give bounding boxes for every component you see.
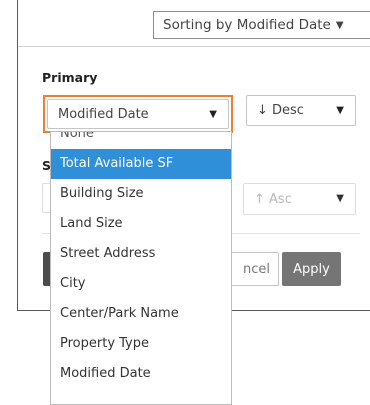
sort-field-dropdown-list[interactable]: None Total Available SF Building Size La…	[50, 131, 232, 405]
header-divider	[18, 46, 370, 47]
sort-menu-label: Sorting by Modified Date	[163, 17, 331, 33]
primary-label: Primary	[42, 70, 98, 85]
apply-button[interactable]: Apply	[282, 252, 341, 286]
secondary-sort-direction-select[interactable]: ↑ Asc ▼	[243, 183, 356, 215]
secondary-sort-direction-value: ↑ Asc	[254, 191, 292, 207]
primary-sort-direction-select[interactable]: ↓ Desc ▼	[246, 95, 356, 126]
apply-label: Apply	[293, 261, 330, 277]
dropdown-option-none[interactable]: None	[51, 132, 231, 149]
chevron-down-icon: ▼	[335, 19, 344, 31]
dropdown-option-property-type[interactable]: Property Type	[51, 329, 231, 359]
caret-down-icon: ▼	[336, 193, 344, 204]
focus-ring	[43, 95, 233, 133]
dropdown-option-street-address[interactable]: Street Address	[51, 239, 231, 269]
dropdown-option-modified-date[interactable]: Modified Date	[51, 359, 231, 389]
sort-menu-button[interactable]: Sorting by Modified Date ▼	[153, 11, 370, 39]
dropdown-option-total-available-sf[interactable]: Total Available SF	[51, 149, 231, 179]
dropdown-option-city[interactable]: City	[51, 269, 231, 299]
dropdown-option-building-size[interactable]: Building Size	[51, 179, 231, 209]
primary-sort-direction-value: ↓ Desc	[257, 103, 304, 118]
cancel-label: ncel	[243, 261, 270, 277]
dropdown-option-center-park-name[interactable]: Center/Park Name	[51, 299, 231, 329]
caret-down-icon: ▼	[336, 105, 344, 116]
dropdown-option-land-size[interactable]: Land Size	[51, 209, 231, 239]
